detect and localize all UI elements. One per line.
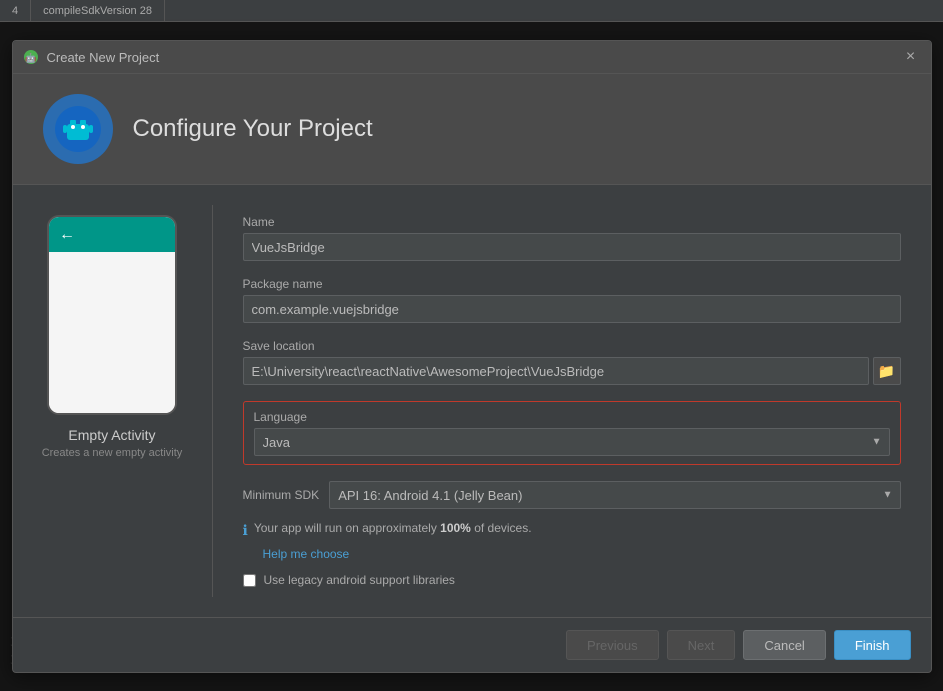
- name-input[interactable]: [243, 233, 901, 261]
- legacy-support-label: Use legacy android support libraries: [264, 573, 455, 587]
- name-form-group: Name: [243, 215, 901, 261]
- logo-svg: [53, 104, 103, 154]
- name-label: Name: [243, 215, 901, 229]
- save-location-input[interactable]: [243, 357, 869, 385]
- save-location-container: 📁: [243, 357, 901, 385]
- folder-icon: 📁: [878, 363, 895, 380]
- info-icon: ℹ: [243, 522, 248, 539]
- save-location-label: Save location: [243, 339, 901, 353]
- dialog-titlebar: 🤖 Create New Project ×: [13, 41, 931, 74]
- hint-percent: 100%: [440, 521, 471, 535]
- activity-sublabel: Creates a new empty activity: [42, 447, 183, 459]
- name-label-text: Name: [243, 215, 275, 229]
- back-arrow-icon: ←: [59, 226, 75, 244]
- phone-topbar: ←: [49, 217, 175, 252]
- hint-suffix: of devices.: [471, 521, 532, 535]
- hint-row: ℹ Your app will run on approximately 100…: [243, 521, 901, 539]
- logo-circle: [43, 94, 113, 164]
- tab-line-number[interactable]: 4: [0, 0, 31, 22]
- phone-content: [49, 252, 175, 413]
- dialog-footer: Previous Next Cancel Finish: [13, 617, 931, 672]
- hint-prefix: Your app will run on approximately: [254, 521, 440, 535]
- right-panel: Name Package name Save location: [213, 205, 931, 597]
- dialog-body: ← Empty Activity Creates a new empty act…: [13, 185, 931, 617]
- activity-label: Empty Activity: [68, 427, 155, 443]
- min-sdk-row: Minimum SDK API 16: Android 4.1 (Jelly B…: [243, 481, 901, 509]
- legacy-support-checkbox[interactable]: [243, 574, 256, 587]
- package-input[interactable]: [243, 295, 901, 323]
- dialog-overlay: 🤖 Create New Project ×: [0, 22, 943, 691]
- language-label: Language: [254, 410, 890, 424]
- legacy-support-checkbox-row: Use legacy android support libraries: [243, 573, 901, 587]
- tab-label-2: compileSdkVersion 28: [43, 5, 152, 17]
- previous-button[interactable]: Previous: [566, 630, 659, 660]
- package-label-text: Package name: [243, 277, 323, 291]
- help-me-choose-link[interactable]: Help me choose: [263, 547, 901, 561]
- dialog-title-text: Create New Project: [47, 50, 160, 65]
- package-form-group: Package name: [243, 277, 901, 323]
- tab-compile-sdk[interactable]: compileSdkVersion 28: [31, 0, 165, 22]
- min-sdk-label: Minimum SDK: [243, 488, 320, 502]
- language-select-wrapper: Java Kotlin: [254, 428, 890, 456]
- save-location-label-text: Save location: [243, 339, 315, 353]
- cancel-button[interactable]: Cancel: [743, 630, 825, 660]
- folder-browse-button[interactable]: 📁: [873, 357, 901, 385]
- finish-button[interactable]: Finish: [834, 630, 911, 660]
- tab-label: 4: [12, 5, 18, 17]
- android-icon: 🤖: [23, 49, 39, 65]
- package-label: Package name: [243, 277, 901, 291]
- phone-preview: ←: [47, 215, 177, 415]
- min-sdk-select-wrapper: API 16: Android 4.1 (Jelly Bean): [329, 481, 900, 509]
- create-new-project-dialog: 🤖 Create New Project ×: [12, 40, 932, 673]
- language-form-group: Language Java Kotlin: [243, 401, 901, 465]
- tab-bar: 4 compileSdkVersion 28: [0, 0, 943, 22]
- language-label-text: Language: [254, 410, 307, 424]
- dialog-title-left: 🤖 Create New Project: [23, 49, 160, 65]
- min-sdk-select[interactable]: API 16: Android 4.1 (Jelly Bean): [329, 481, 900, 509]
- language-select[interactable]: Java Kotlin: [254, 428, 890, 456]
- dialog-header: Configure Your Project: [13, 74, 931, 185]
- next-button[interactable]: Next: [667, 630, 736, 660]
- hint-text: Your app will run on approximately 100% …: [254, 521, 532, 535]
- left-panel: ← Empty Activity Creates a new empty act…: [13, 205, 213, 597]
- dialog-header-title: Configure Your Project: [133, 115, 373, 143]
- close-button[interactable]: ×: [901, 47, 921, 67]
- save-location-form-group: Save location 📁: [243, 339, 901, 385]
- svg-text:🤖: 🤖: [25, 52, 36, 63]
